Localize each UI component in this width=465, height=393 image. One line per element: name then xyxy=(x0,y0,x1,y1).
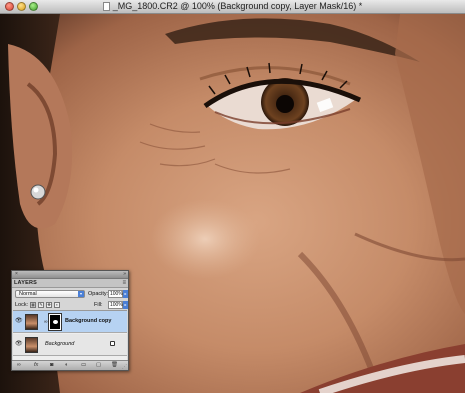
opacity-input[interactable]: 100% xyxy=(108,290,123,298)
layer-thumbnail xyxy=(25,337,38,353)
layers-panel: × » LAYERS ≡ Normal ▾ Opacity: 100% ▸ Lo… xyxy=(11,270,129,371)
fill-slider-arrow-icon[interactable]: ▸ xyxy=(123,301,128,309)
layer-name: Background copy xyxy=(65,318,112,324)
tab-layers[interactable]: LAYERS xyxy=(14,280,37,286)
panel-titlebar[interactable]: × » xyxy=(12,271,128,279)
layers-list: 👁 ∞ Background copy 👁 Background xyxy=(13,310,127,360)
document-title-text: _MG_1800.CR2 @ 100% (Background copy, La… xyxy=(112,1,363,11)
panel-collapse-icon[interactable]: » xyxy=(123,271,126,278)
add-mask-icon[interactable]: ◙ xyxy=(50,362,53,369)
layer-lock-icon xyxy=(110,341,115,346)
layer-thumbnail xyxy=(25,314,38,330)
lock-label: Lock: xyxy=(15,302,29,308)
lock-transparent-pixels-icon[interactable]: ▦ xyxy=(30,302,36,308)
new-layer-icon[interactable]: ▢ xyxy=(96,362,101,369)
layer-mask-thumbnail[interactable] xyxy=(48,313,62,331)
layer-row-background[interactable]: 👁 Background xyxy=(13,334,127,356)
blend-opacity-row: Normal ▾ Opacity: 100% ▸ xyxy=(12,290,128,300)
lock-image-pixels-icon[interactable]: ✎ xyxy=(38,302,44,308)
panel-tab-bar: LAYERS ≡ xyxy=(12,279,128,288)
visibility-eye-icon[interactable]: 👁 xyxy=(15,341,23,347)
opacity-slider-arrow-icon[interactable]: ▸ xyxy=(123,290,128,298)
document-title: _MG_1800.CR2 @ 100% (Background copy, La… xyxy=(0,1,465,11)
layer-name: Background xyxy=(45,341,75,347)
blend-mode-value: Normal xyxy=(19,291,37,297)
fill-label: Fill: xyxy=(94,302,103,308)
lock-all-icon[interactable]: ▪ xyxy=(54,302,60,308)
new-group-icon[interactable]: ▭ xyxy=(81,362,86,369)
window-titlebar: _MG_1800.CR2 @ 100% (Background copy, La… xyxy=(0,0,465,14)
blend-mode-select[interactable]: Normal ▾ xyxy=(15,290,85,298)
panel-close-icon[interactable]: × xyxy=(14,272,19,277)
visibility-eye-icon[interactable]: 👁 xyxy=(15,318,23,324)
lock-position-icon[interactable]: ✥ xyxy=(46,302,52,308)
trash-icon[interactable]: 🗑 xyxy=(111,362,118,369)
adjustment-layer-icon[interactable]: ◐ xyxy=(65,362,68,369)
fill-input[interactable]: 100% xyxy=(108,301,123,309)
panel-bottom-toolbar: ∞ fx ◙ ◐ ▭ ▢ 🗑 ⋰ xyxy=(12,360,128,370)
link-layers-icon[interactable]: ∞ xyxy=(17,362,21,369)
chevron-down-icon: ▾ xyxy=(78,291,84,297)
opacity-label: Opacity: xyxy=(88,291,109,297)
resize-grip-icon[interactable]: ⋰ xyxy=(122,364,127,370)
layer-row-background-copy[interactable]: 👁 ∞ Background copy xyxy=(13,311,127,333)
mask-link-icon[interactable]: ∞ xyxy=(44,319,48,325)
panel-menu-icon[interactable]: ≡ xyxy=(122,279,126,287)
fx-icon[interactable]: fx xyxy=(34,362,38,369)
document-icon xyxy=(102,2,110,11)
